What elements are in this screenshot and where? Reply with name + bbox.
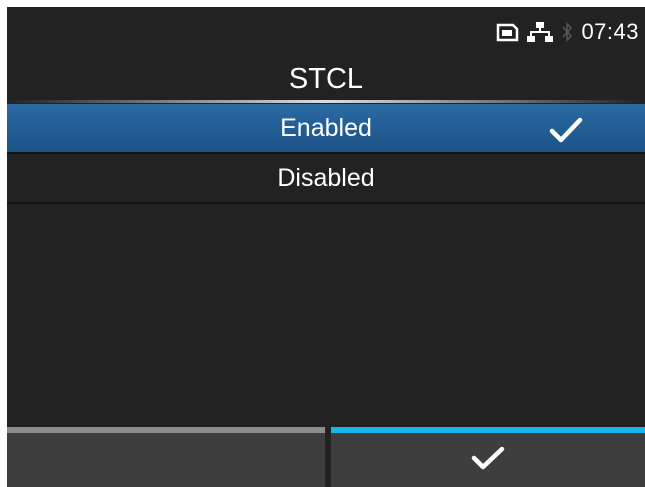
page-title: STCL: [288, 63, 364, 95]
title-divider: [7, 100, 645, 103]
status-bar: 07:43: [7, 7, 645, 59]
sd-card-icon: [495, 22, 519, 42]
confirm-button[interactable]: [331, 427, 645, 487]
clock: 07:43: [581, 19, 639, 44]
status-icons: 07:43: [495, 19, 639, 45]
printer-display: 07:43 STCL Enabled Disabled: [7, 7, 645, 487]
option-label: Disabled: [277, 163, 375, 192]
option-disabled[interactable]: Disabled: [7, 154, 645, 204]
option-label: Enabled: [280, 113, 372, 142]
selected-check-icon: [549, 116, 583, 151]
checkmark-icon: [470, 445, 506, 476]
network-icon: [527, 21, 554, 43]
back-button[interactable]: [7, 427, 325, 487]
footer-bar: [7, 427, 645, 487]
bluetooth-icon: [561, 21, 573, 43]
option-list: Enabled Disabled: [7, 104, 645, 204]
option-enabled[interactable]: Enabled: [7, 104, 645, 154]
